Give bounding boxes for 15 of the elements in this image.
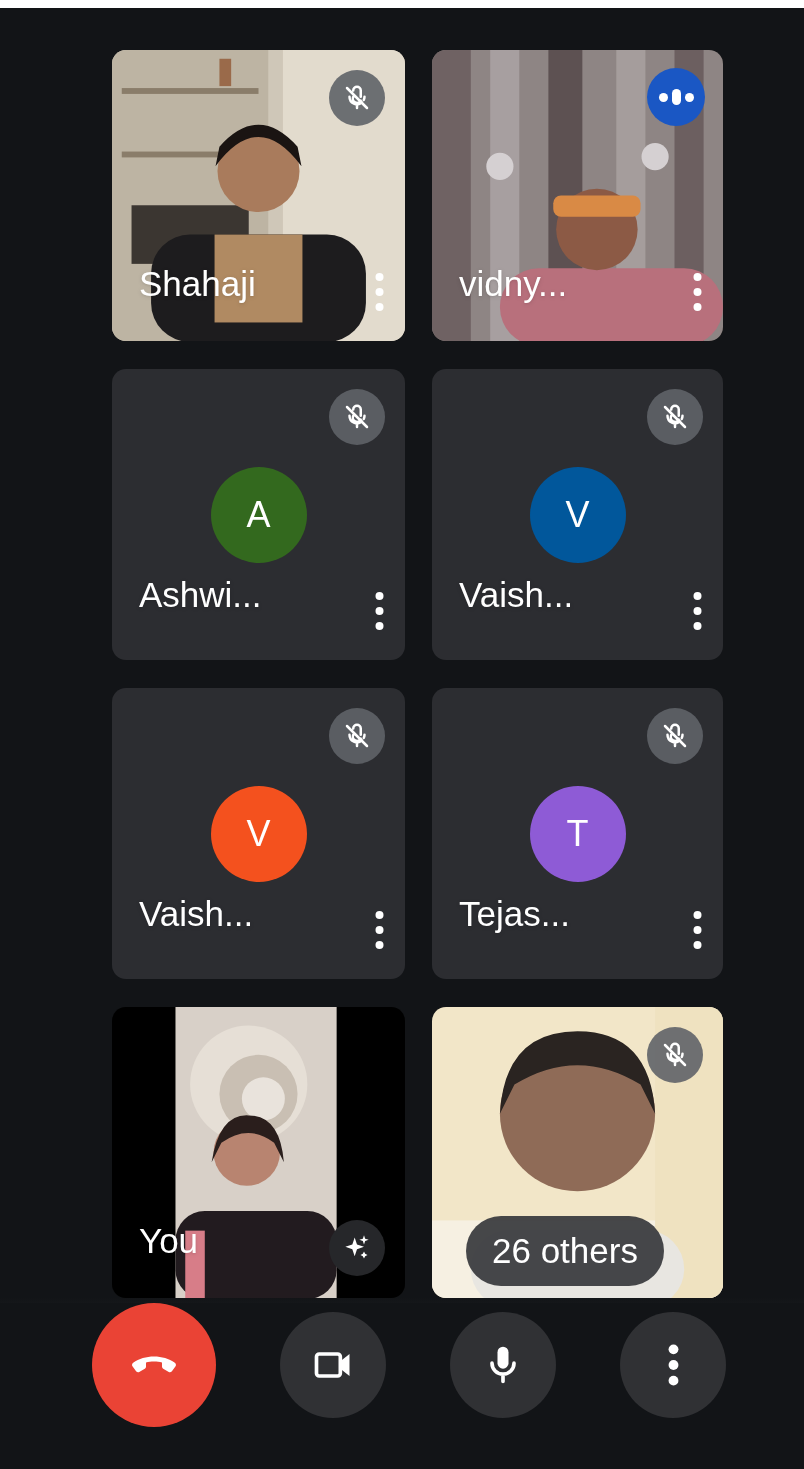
participant-name: Ashwi...: [139, 577, 262, 612]
avatar: T: [529, 786, 626, 882]
avatar: A: [210, 467, 307, 563]
participant-name: Vaish...: [139, 896, 254, 931]
participant-name: Vaish...: [459, 577, 574, 612]
more-options-icon[interactable]: [692, 910, 703, 950]
more-options-icon[interactable]: [374, 910, 385, 950]
avatar: V: [529, 467, 626, 563]
more-options-icon[interactable]: [374, 591, 385, 631]
avatar: V: [210, 786, 307, 882]
more-options-icon[interactable]: [692, 591, 703, 631]
participant-name: Tejas...: [459, 896, 570, 931]
participant-name: vidny...: [459, 266, 568, 301]
others-count-pill[interactable]: 26 others: [466, 1216, 664, 1286]
more-vertical-icon: [667, 1344, 679, 1386]
